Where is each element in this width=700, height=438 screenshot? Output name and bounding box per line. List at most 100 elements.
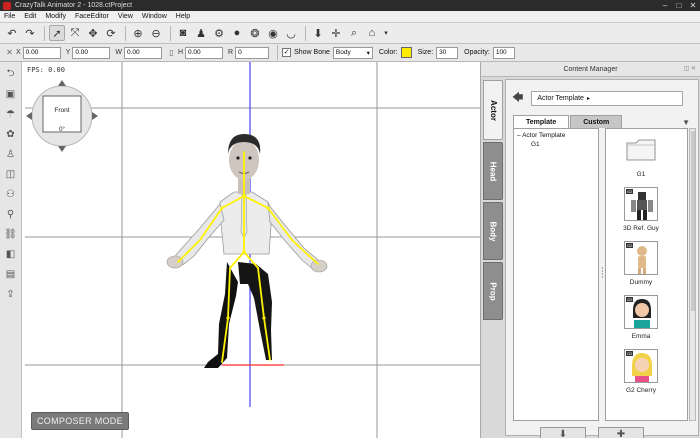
thumbnail-item[interactable]: G2 Emma — [606, 295, 676, 340]
window-title: CrazyTalk Animator 2 - 1028.ctProject — [15, 2, 133, 9]
tree-item-g1[interactable]: G1 — [517, 140, 595, 149]
bone-target-select[interactable]: Body ▾ — [332, 46, 373, 59]
hair-icon[interactable]: ❂ — [247, 25, 263, 41]
title-bar: CrazyTalk Animator 2 - 1028.ctProject – … — [0, 0, 700, 11]
h-label: H — [177, 49, 184, 56]
add-key-icon[interactable]: ⊕ — [130, 25, 146, 41]
content-action-buttons: ⬇ ✚ — [540, 427, 656, 438]
arrow-down-icon[interactable] — [58, 146, 66, 152]
chevron-right-icon: ▸ — [586, 96, 590, 102]
rotate-tool-icon[interactable]: ⟳ — [103, 25, 119, 41]
move-tool-icon[interactable]: ✥ — [85, 25, 101, 41]
return-icon[interactable]: ⮌ — [3, 66, 19, 82]
actor-icon[interactable]: ♙ — [3, 146, 19, 162]
thumbnail-item[interactable]: G2 3D Ref. Guy — [606, 187, 676, 232]
size-input[interactable]: 30 — [436, 46, 459, 59]
thumbnail-item[interactable]: G2 Dummy — [606, 241, 676, 286]
add-button[interactable]: ✚ — [598, 427, 644, 438]
thumbnail-item[interactable]: G1 — [606, 133, 676, 178]
r-field: R — [227, 46, 270, 59]
sprite-icon[interactable]: ✿ — [3, 126, 19, 142]
tree-item-actor-template[interactable]: – Actor Template — [517, 131, 595, 140]
arrow-up-icon[interactable] — [58, 80, 66, 86]
menu-faceeditor[interactable]: FaceEditor — [75, 13, 109, 20]
menu-view[interactable]: View — [118, 13, 133, 20]
thumbnail-grid: G1 G2 3D Ref. Guy G2 Dummy G2 Emma G2 G2… — [605, 128, 688, 421]
stage-icon[interactable]: ▣ — [3, 86, 19, 102]
stage-canvas[interactable]: Front 0° — [22, 62, 480, 438]
align-icon[interactable]: ▤ — [3, 266, 19, 282]
breadcrumb[interactable]: Actor Template ▸ — [531, 91, 684, 106]
y-field: Y — [65, 46, 111, 59]
layer-icon[interactable]: ◫ — [3, 166, 19, 182]
zoom-icon[interactable]: ⌕ — [346, 25, 362, 41]
group-icon[interactable]: ⚇ — [3, 186, 19, 202]
content-manager-title: Content Manager — [563, 65, 618, 73]
bone-color-swatch[interactable] — [400, 47, 412, 58]
tab-head[interactable]: Head — [483, 142, 503, 200]
undo-icon[interactable]: ↶ — [4, 25, 20, 41]
chevron-down-icon[interactable]: ▼ — [682, 118, 690, 127]
folder-icon — [624, 133, 658, 167]
chevron-down-icon[interactable]: ▾ — [382, 25, 390, 41]
face-puppet-icon[interactable]: ◙ — [175, 25, 191, 41]
panel-options-icon[interactable]: ◫ ✕ — [684, 65, 696, 72]
w-input[interactable] — [123, 46, 162, 59]
camera-widget[interactable]: Front 0° — [26, 80, 98, 152]
home-icon[interactable]: ⌂ — [364, 25, 380, 41]
close-icon[interactable]: ✕ — [686, 0, 700, 11]
h-input[interactable] — [185, 46, 224, 59]
tab-body[interactable]: Body — [483, 202, 503, 260]
redo-icon[interactable]: ↷ — [22, 25, 38, 41]
head-icon[interactable]: ● — [229, 25, 245, 41]
menu-help[interactable]: Help — [176, 13, 190, 20]
x-input[interactable] — [22, 46, 61, 59]
mouth-icon[interactable]: ◡ — [283, 25, 299, 41]
y-input[interactable] — [72, 46, 111, 59]
x-field: ✕ X — [4, 46, 61, 59]
transform-tool-icon[interactable]: ⤧ — [67, 25, 83, 41]
r-input[interactable] — [235, 46, 270, 59]
thumbnail-label: G2 Cherry — [626, 387, 656, 394]
show-bone-checkbox[interactable]: ✓ — [282, 48, 292, 57]
content-side-tabs: Actor Head Body Prop — [483, 80, 503, 322]
eye-icon[interactable]: ◉ — [265, 25, 281, 41]
remove-key-icon[interactable]: ⊖ — [148, 25, 164, 41]
flip-icon[interactable]: ◧ — [3, 246, 19, 262]
down-arrow-icon: ⬇ — [558, 429, 568, 438]
back-arrow-icon[interactable]: 🡄 — [512, 89, 523, 108]
link-icon[interactable]: ⛓ — [3, 226, 19, 242]
select-tool-icon[interactable]: ➚ — [49, 25, 65, 41]
maximize-icon[interactable]: □ — [672, 0, 686, 11]
thumbnail-item[interactable]: G2 G2 Cherry — [606, 349, 676, 394]
opacity-label: Opacity: — [464, 49, 490, 56]
tab-template[interactable]: Template — [513, 115, 570, 128]
tab-actor[interactable]: Actor — [483, 80, 503, 140]
tree-toggle-icon[interactable]: – — [517, 132, 521, 139]
apply-button[interactable]: ⬇ — [540, 427, 586, 438]
move-camera-icon[interactable]: ✛ — [328, 25, 344, 41]
body-puppet-icon[interactable]: ♟ — [193, 25, 209, 41]
tab-prop[interactable]: Prop — [483, 262, 503, 320]
minimize-icon[interactable]: – — [658, 0, 672, 11]
pin-icon[interactable]: ⬇ — [310, 25, 326, 41]
camera-angle-label: 0° — [59, 127, 65, 133]
composer-mode-badge[interactable]: COMPOSER MODE — [31, 412, 129, 430]
menu-edit[interactable]: Edit — [24, 13, 36, 20]
tab-custom[interactable]: Custom — [570, 115, 623, 128]
splitter-handle[interactable] — [601, 128, 604, 421]
menu-modify[interactable]: Modify — [45, 13, 66, 20]
r-label: R — [228, 49, 234, 56]
arrow-right-icon[interactable] — [92, 112, 98, 120]
prop-icon[interactable]: ⚲ — [3, 206, 19, 222]
lock-icon[interactable]: ▯ — [166, 47, 177, 58]
motion-icon[interactable]: ⚙ — [211, 25, 227, 41]
stage-viewport[interactable]: Front 0° FPS: 0.00 COMPOSER MODE — [22, 62, 480, 438]
arrow-left-icon[interactable] — [26, 112, 32, 120]
menu-file[interactable]: File — [4, 13, 15, 20]
bone-edit-icon[interactable]: ☂ — [3, 106, 19, 122]
opacity-input[interactable]: 100 — [492, 46, 515, 59]
thumbnail-scrollbar[interactable] — [689, 128, 696, 421]
export-icon[interactable]: ⇪ — [3, 286, 19, 302]
menu-window[interactable]: Window — [142, 13, 167, 20]
